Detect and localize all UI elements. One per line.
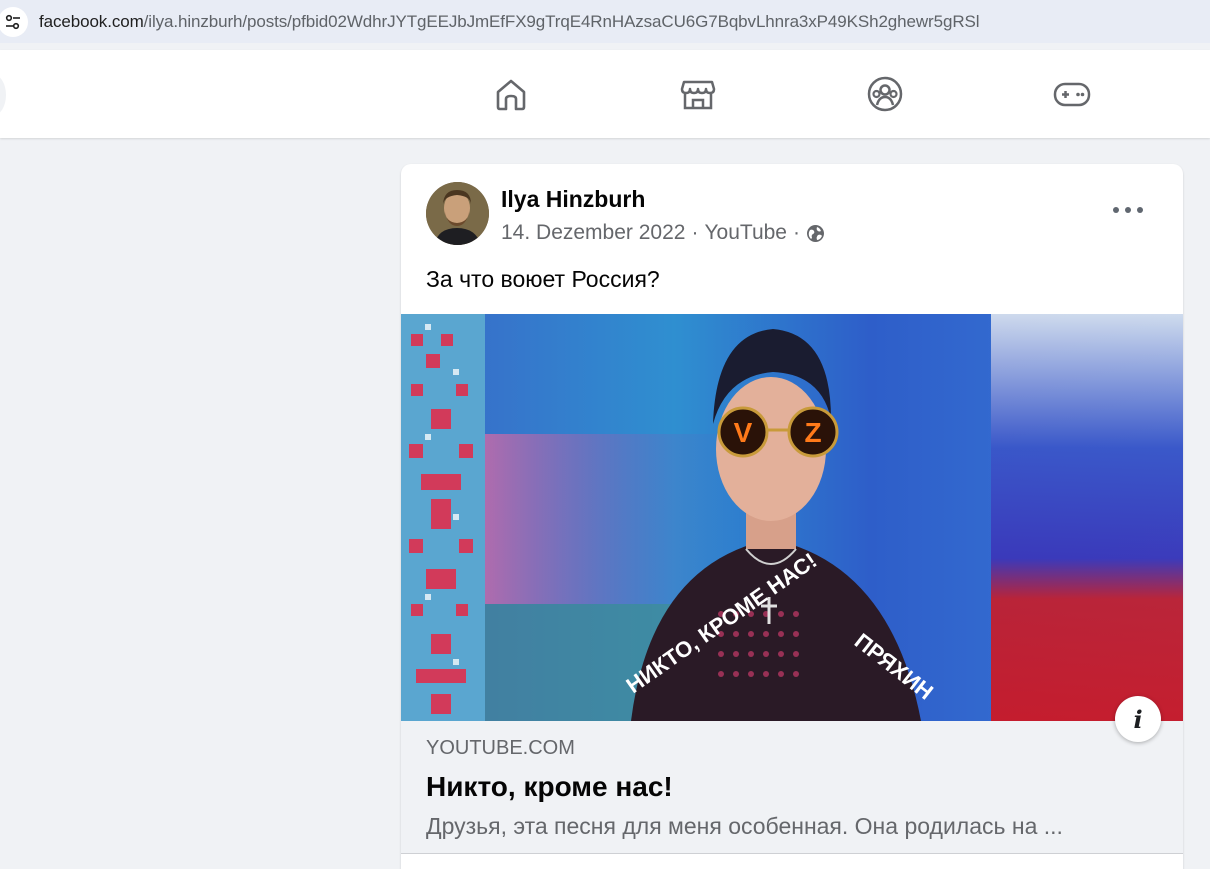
url-path: /ilya.hinzburh/posts/pfbid02WdhrJYTgEEJb… xyxy=(143,11,980,31)
link-domain: YOUTUBE.COM xyxy=(426,737,575,759)
post-card: Ilya Hinzburh 14. Dezember 2022 · YouTub… xyxy=(401,164,1183,869)
more-options-dot xyxy=(1125,207,1131,213)
link-preview[interactable]: YOUTUBE.COM Никто, кроме нас! Друзья, эт… xyxy=(401,721,1183,853)
post-text: За что воюет Россия? xyxy=(426,266,660,292)
browser-address-bar: facebook.com/ilya.hinzburh/posts/pfbid02… xyxy=(0,0,1210,43)
author-avatar[interactable] xyxy=(426,182,489,245)
tab-groups[interactable] xyxy=(863,72,907,116)
post-source: YouTube xyxy=(704,221,787,244)
groups-icon xyxy=(867,76,903,112)
site-info-button[interactable] xyxy=(0,6,28,37)
post-author-name[interactable]: Ilya Hinzburh xyxy=(501,186,645,213)
globe-icon[interactable] xyxy=(806,224,825,243)
glasses-z-text: Z xyxy=(804,417,821,448)
link-thumbnail[interactable]: V Z НИКТО, КРОМЕ НАС! ПРЯХИН xyxy=(401,314,1183,721)
link-description: Друзья, эта песня для меня особенная. Он… xyxy=(426,813,1063,839)
thumbnail-image: V Z НИКТО, КРОМЕ НАС! ПРЯХИН xyxy=(401,314,1183,721)
link-title[interactable]: Никто, кроме нас! xyxy=(426,771,673,803)
meta-separator: · xyxy=(691,221,699,244)
home-icon xyxy=(496,79,526,111)
meta-separator: · xyxy=(792,221,800,244)
url-host: facebook.com xyxy=(39,11,144,31)
info-button[interactable]: i xyxy=(1115,696,1161,742)
post-meta: 14. Dezember 2022 · YouTube · xyxy=(501,221,825,245)
tab-gaming[interactable] xyxy=(1050,72,1094,116)
tune-icon xyxy=(5,14,20,29)
glasses-v-text: V xyxy=(734,417,753,448)
more-options-dot xyxy=(1137,207,1143,213)
info-icon: i xyxy=(1133,704,1143,734)
card-divider xyxy=(401,853,1183,854)
more-options-icon xyxy=(1113,207,1119,213)
gaming-icon xyxy=(1053,82,1091,107)
url-field[interactable]: facebook.com/ilya.hinzburh/posts/pfbid02… xyxy=(39,11,980,32)
avatar-image xyxy=(426,182,489,245)
more-options-button[interactable] xyxy=(1113,200,1143,220)
marketplace-icon xyxy=(680,80,716,110)
tab-marketplace[interactable] xyxy=(676,72,720,116)
top-navigation xyxy=(0,50,1210,138)
post-date[interactable]: 14. Dezember 2022 xyxy=(501,221,685,245)
tab-home[interactable] xyxy=(489,72,533,116)
search-button-edge[interactable] xyxy=(0,75,6,115)
